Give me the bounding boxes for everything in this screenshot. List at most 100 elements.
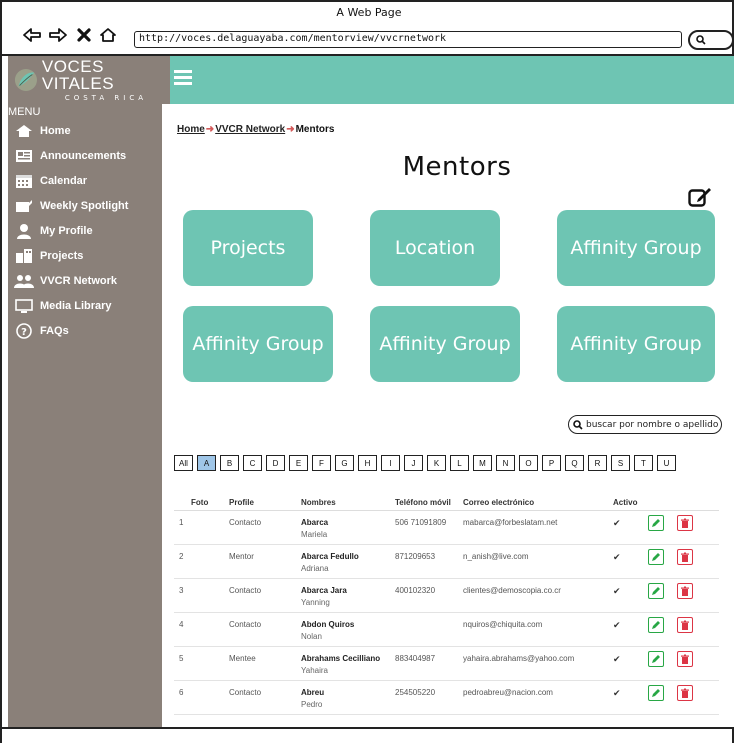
sidebar-item-vvcr-network[interactable]: VVCR Network <box>8 268 162 293</box>
home-browser-button[interactable] <box>98 25 118 45</box>
sidebar-item-faqs[interactable]: ? FAQs <box>8 318 162 343</box>
alpha-filter-i[interactable]: I <box>381 455 400 471</box>
alpha-filter-n[interactable]: N <box>496 455 515 471</box>
search-input[interactable]: buscar por nombre o apellido <box>568 415 722 434</box>
row-profile: Mentee <box>229 654 256 663</box>
edit-button[interactable] <box>648 685 664 701</box>
sidebar-item-home[interactable]: Home <box>8 118 162 143</box>
edit-button[interactable] <box>648 617 664 633</box>
question-icon: ? <box>14 322 34 339</box>
frame-bottom <box>0 727 734 743</box>
alpha-filter-d[interactable]: D <box>266 455 285 471</box>
alpha-filter-j[interactable]: J <box>404 455 423 471</box>
breadcrumb-arrow-icon: ➜ <box>286 124 295 135</box>
sidebar-item-announcements[interactable]: Announcements <box>8 143 162 168</box>
calendar-icon <box>14 173 34 189</box>
alpha-filter-b[interactable]: B <box>220 455 239 471</box>
stop-button[interactable] <box>74 25 94 45</box>
alpha-filter-h[interactable]: H <box>358 455 377 471</box>
alpha-filter-s[interactable]: S <box>611 455 630 471</box>
browser-chrome: A Web Page http://voces.delaguayaba.com/… <box>0 0 734 56</box>
hamburger-menu-icon[interactable] <box>174 70 192 88</box>
alphabet-filter: All A B C D E F G H I J K L M N O P Q R S T U <box>174 455 680 471</box>
alpha-filter-l[interactable]: L <box>450 455 469 471</box>
sidebar-item-weekly-spotlight[interactable]: Weekly Spotlight <box>8 193 162 218</box>
alpha-filter-r[interactable]: R <box>588 455 607 471</box>
search-icon <box>696 35 706 45</box>
row-profile: Contacto <box>229 688 262 697</box>
row-actions <box>648 651 693 667</box>
delete-button[interactable] <box>677 617 693 633</box>
delete-button[interactable] <box>677 651 693 667</box>
alpha-filter-all[interactable]: All <box>174 455 193 471</box>
alpha-filter-e[interactable]: E <box>289 455 308 471</box>
pencil-icon <box>652 519 660 527</box>
row-surname: Abreu <box>301 688 325 697</box>
sidebar-item-calendar[interactable]: Calendar <box>8 168 162 193</box>
alpha-filter-a[interactable]: A <box>197 455 216 471</box>
row-firstname: Nolan <box>301 632 322 641</box>
sidebar: MENU Home Announcements Calendar Weekly … <box>8 104 162 727</box>
home-outline-icon <box>100 28 116 42</box>
breadcrumb-network[interactable]: VVCR Network <box>215 124 285 135</box>
browser-search[interactable] <box>688 30 734 50</box>
breadcrumb-home[interactable]: Home <box>177 124 205 135</box>
edit-button[interactable] <box>648 583 664 599</box>
row-email: mabarca@forbeslatam.net <box>463 518 558 527</box>
alpha-filter-g[interactable]: G <box>335 455 354 471</box>
edit-button[interactable] <box>648 651 664 667</box>
back-button[interactable] <box>22 25 42 45</box>
alpha-filter-q[interactable]: Q <box>565 455 584 471</box>
tile-affinity-group[interactable]: Affinity Group <box>370 306 520 382</box>
mentors-table: Foto Profile Nombres Teléfono móvil Corr… <box>174 496 719 715</box>
tile-affinity-group[interactable]: Affinity Group <box>183 306 333 382</box>
row-name-cell: Abarca Jara Yanning <box>301 586 395 607</box>
sidebar-item-label: VVCR Network <box>40 274 118 287</box>
sidebar-item-projects[interactable]: Projects <box>8 243 162 268</box>
edit-button[interactable] <box>648 515 664 531</box>
alpha-filter-u[interactable]: U <box>657 455 676 471</box>
sidebar-item-media-library[interactable]: Media Library <box>8 293 162 318</box>
sidebar-item-label: Calendar <box>40 174 88 187</box>
alpha-filter-c[interactable]: C <box>243 455 262 471</box>
col-header-foto: Foto <box>191 498 209 507</box>
delete-button[interactable] <box>677 549 693 565</box>
alpha-filter-f[interactable]: F <box>312 455 331 471</box>
logo[interactable]: VOCES VITALES COSTA RICA <box>8 56 170 104</box>
delete-button[interactable] <box>677 685 693 701</box>
row-name-cell: Abarca Fedullo Adriana <box>301 552 395 573</box>
row-active: ✔ <box>613 654 621 664</box>
tile-affinity-group[interactable]: Affinity Group <box>557 210 715 286</box>
edit-button[interactable] <box>648 549 664 565</box>
alpha-filter-k[interactable]: K <box>427 455 446 471</box>
delete-button[interactable] <box>677 515 693 531</box>
alpha-filter-p[interactable]: P <box>542 455 561 471</box>
alpha-filter-o[interactable]: O <box>519 455 538 471</box>
forward-button[interactable] <box>48 25 68 45</box>
alpha-filter-t[interactable]: T <box>634 455 653 471</box>
col-header-nombres: Nombres <box>301 498 336 507</box>
network-icon <box>14 273 34 289</box>
row-actions <box>648 583 693 599</box>
close-icon <box>77 28 91 42</box>
projects-icon <box>14 248 34 264</box>
delete-button[interactable] <box>677 583 693 599</box>
tile-affinity-group[interactable]: Affinity Group <box>557 306 715 382</box>
page-title: Mentors <box>402 152 512 182</box>
row-email: clientes@demoscopia.co.cr <box>463 586 561 595</box>
announcement-icon <box>14 148 34 164</box>
row-number: 3 <box>179 586 184 595</box>
table-row: 4 Contacto Abdon Quiros Nolan nquiros@chiqui… <box>174 613 719 647</box>
table-body: 1 Contacto Abarca Mariela 506 71091809 mabarc… <box>174 511 719 715</box>
tile-location[interactable]: Location <box>370 210 500 286</box>
alpha-filter-m[interactable]: M <box>473 455 492 471</box>
edit-page-icon[interactable] <box>688 186 712 208</box>
row-active: ✔ <box>613 620 621 630</box>
sidebar-item-my-profile[interactable]: My Profile <box>8 218 162 243</box>
sidebar-item-label: FAQs <box>40 324 69 337</box>
table-row: 1 Contacto Abarca Mariela 506 71091809 mabarc… <box>174 511 719 545</box>
main-content: Home➜VVCR Network➜Mentors Mentors Projec… <box>162 104 734 727</box>
tile-projects[interactable]: Projects <box>183 210 313 286</box>
breadcrumb: Home➜VVCR Network➜Mentors <box>177 124 335 135</box>
url-bar[interactable]: http://voces.delaguayaba.com/mentorview/… <box>134 31 682 48</box>
